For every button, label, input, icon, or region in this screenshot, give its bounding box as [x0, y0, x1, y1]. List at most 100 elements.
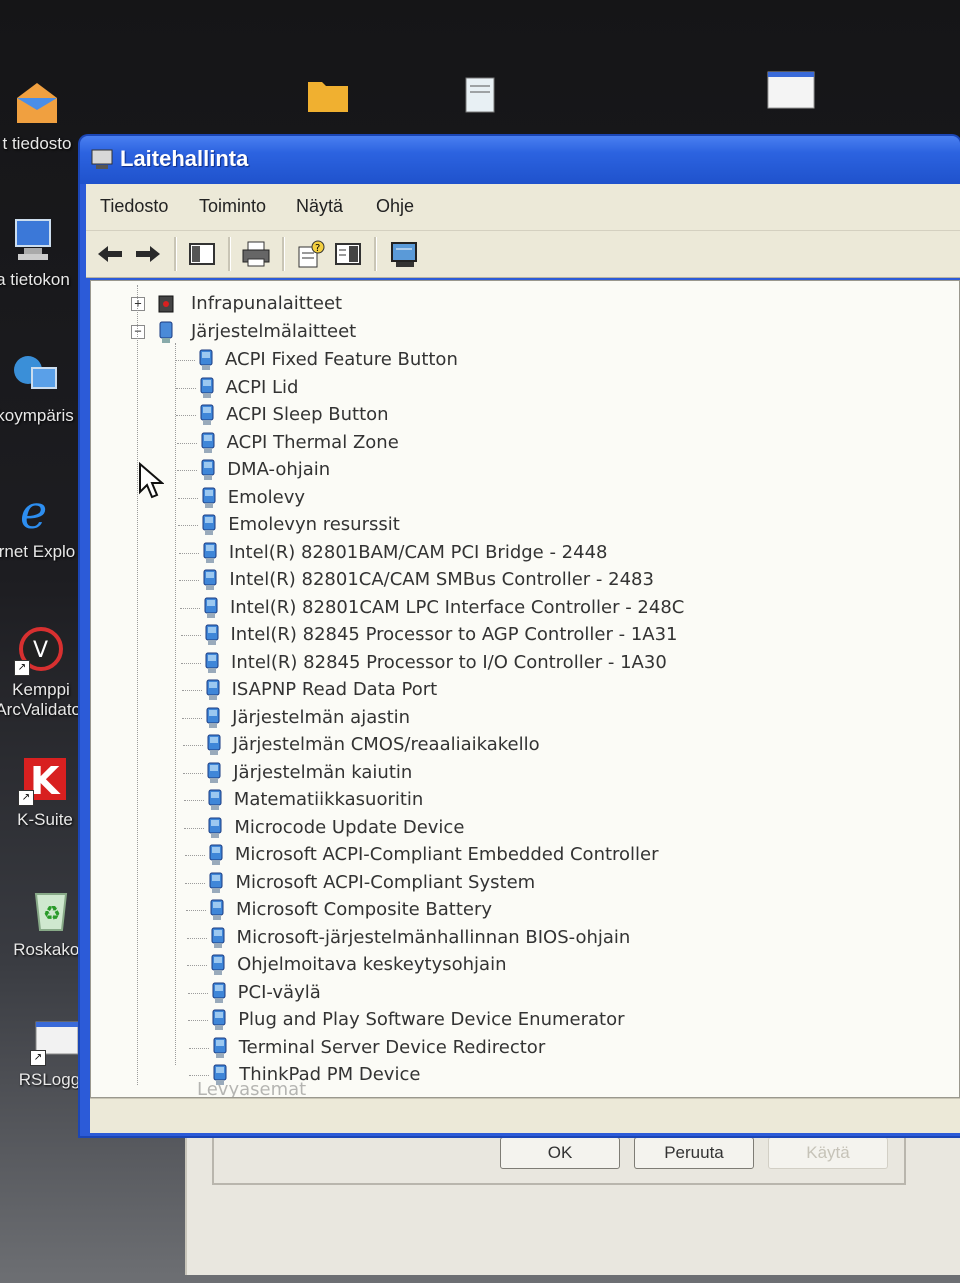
tree-device-label: Microsoft ACPI-Compliant Embedded Contro… — [234, 844, 659, 865]
tree-device-label: Intel(R) 82801BAM/CAM PCI Bridge - 2448 — [228, 541, 608, 563]
tree-device-label: Microsoft ACPI-Compliant System — [235, 871, 536, 893]
desktop-icon-network[interactable]: koympäris — [0, 350, 90, 426]
tree-category-label: Infrapunalaitteet — [191, 293, 343, 314]
menu-view[interactable]: Näytä — [296, 196, 343, 217]
svg-text:V: V — [33, 638, 48, 663]
tree-device-label: Intel(R) 82845 Processor to I/O Controll… — [231, 651, 667, 673]
tree-view-icon[interactable] — [186, 239, 218, 269]
system-device-icon — [202, 596, 220, 620]
system-devices-icon — [157, 320, 175, 344]
help-icon[interactable] — [332, 239, 364, 269]
system-device-icon — [198, 376, 216, 400]
tree-guide-line — [180, 635, 201, 636]
mouse-cursor-icon — [138, 461, 165, 504]
desktop-icon-documents[interactable]: t tiedosto — [0, 78, 92, 154]
tree-device-label: Järjestelmän CMOS/reaaliaikakello — [232, 734, 540, 755]
desktop-icon-ie[interactable]: e rnet Explo — [0, 485, 92, 562]
system-device-icon — [197, 348, 215, 372]
infrared-device-icon — [157, 292, 175, 316]
system-device-icon — [199, 431, 217, 455]
system-device-icon — [211, 1036, 229, 1060]
tree-guide-line — [178, 552, 199, 554]
toolbar: ? — [86, 231, 960, 278]
tree-category-label: Levyasemat — [197, 1079, 307, 1098]
system-device-icon — [199, 458, 217, 482]
device-manager-icon — [90, 148, 114, 170]
tree-guide-line — [186, 937, 207, 939]
system-device-icon — [203, 623, 221, 647]
shortcut-arrow-icon: ↗ — [30, 1050, 46, 1066]
system-device-icon — [201, 541, 219, 565]
apply-button[interactable]: Käytä — [768, 1137, 888, 1169]
tree-guide-line — [185, 882, 206, 884]
device-tree-pane[interactable]: + Infrapunalaitteet − Järjestelmälaittee… — [90, 280, 960, 1098]
tree-device-label: Intel(R) 82801CA/CAM SMBus Controller - … — [229, 569, 654, 590]
menu-bar: Tiedosto Toiminto Näytä Ohje — [86, 184, 960, 231]
tree-guide-line — [189, 1075, 210, 1076]
desktop-icon-computer[interactable]: a tietokon — [0, 214, 88, 290]
cancel-button[interactable]: Peruuta — [634, 1137, 754, 1169]
shortcut-arrow-icon: ↗ — [18, 790, 34, 806]
system-device-icon — [207, 843, 225, 867]
tree-guide-line — [176, 442, 197, 444]
tree-guide-line — [182, 717, 203, 719]
back-icon[interactable] — [94, 239, 126, 269]
desktop-icon-label: t tiedosto — [2, 134, 72, 153]
device-tree: + Infrapunalaitteet − Järjestelmälaittee… — [91, 281, 959, 1097]
tree-guide-line — [181, 690, 202, 691]
tree-guide-line — [188, 1047, 209, 1049]
tree-category-label: Järjestelmälaitteet — [191, 321, 357, 342]
system-device-icon — [201, 568, 219, 592]
tree-guide-line — [188, 1020, 209, 1021]
ok-button[interactable]: OK — [500, 1137, 620, 1169]
tree-guide-line — [184, 827, 205, 829]
document-shortcut-icon[interactable] — [462, 76, 498, 116]
system-device-icon — [206, 816, 224, 840]
kemppi-icon: V ↗ — [14, 624, 66, 676]
tree-device-label: Plug and Play Software Device Enumerator — [238, 1009, 625, 1030]
tree-guide-line — [187, 965, 208, 966]
tree-device-label: ACPI Lid — [225, 376, 299, 398]
tree-guide-line — [186, 910, 206, 911]
scan-hardware-icon[interactable] — [388, 239, 420, 269]
tree-device-label: DMA-ohjain — [227, 459, 331, 480]
status-bar — [90, 1098, 960, 1133]
system-device-icon — [205, 761, 223, 785]
tree-guide-line — [179, 607, 200, 609]
tree-device-label: Järjestelmän kaiutin — [233, 761, 413, 783]
tree-guide-line — [184, 855, 205, 856]
envelope-icon — [12, 78, 62, 128]
menu-help[interactable]: Ohje — [376, 196, 414, 217]
svg-text:♻: ♻ — [43, 901, 61, 925]
forward-icon[interactable] — [132, 239, 164, 269]
desktop-icon-label: rnet Explo — [0, 542, 76, 561]
tree-guide-line — [181, 662, 202, 664]
tree-device-label: ISAPNP Read Data Port — [231, 679, 438, 700]
print-icon[interactable] — [240, 239, 272, 269]
title-bar[interactable]: Laitehallinta — [80, 136, 960, 184]
toolbar-separator — [228, 237, 231, 271]
ksuite-icon: K ↗ — [18, 754, 70, 806]
tree-guide-line — [182, 745, 203, 746]
tree-device-label: Microcode Update Device — [234, 816, 465, 838]
network-icon — [10, 350, 60, 400]
properties-icon[interactable]: ? — [294, 239, 326, 269]
tree-device-label: ACPI Thermal Zone — [226, 431, 399, 453]
collapse-toggle[interactable]: − — [131, 325, 145, 339]
expand-toggle[interactable]: + — [131, 297, 145, 311]
tree-device-label: PCI-väylä — [237, 981, 321, 1003]
tree-guide-line — [177, 470, 198, 471]
desktop-icon-label: a tietokon — [0, 270, 70, 289]
folder-shortcut-icon[interactable] — [306, 74, 350, 114]
system-device-icon — [200, 486, 218, 510]
tree-guide-line — [176, 415, 197, 416]
menu-file[interactable]: Tiedosto — [100, 196, 168, 217]
desktop-icon-label: koympäris — [0, 406, 74, 425]
tree-device-label: ACPI Fixed Feature Button — [225, 349, 458, 370]
menu-action[interactable]: Toiminto — [199, 196, 266, 217]
tree-guide-line — [183, 800, 204, 801]
shortcut-arrow-icon: ↗ — [14, 660, 30, 676]
window-shortcut-icon[interactable] — [766, 68, 816, 112]
system-device-icon — [198, 403, 216, 427]
rslogger-icon: ↗ — [30, 1014, 82, 1066]
